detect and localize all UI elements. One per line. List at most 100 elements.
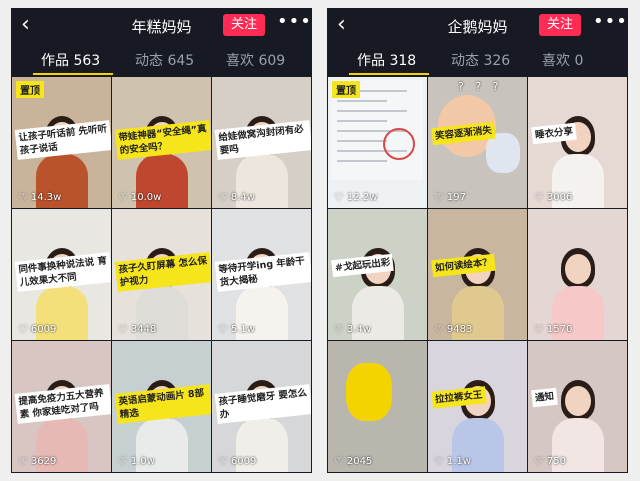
video-thumbnail[interactable]: ♡ 2045 xyxy=(328,341,427,472)
like-count-value: 3629 xyxy=(30,456,57,467)
like-count-value: 5.1w xyxy=(230,324,255,335)
like-count-value: 14.3w xyxy=(30,192,62,203)
tab-likes[interactable]: 喜欢 609 xyxy=(226,50,285,70)
active-tab-underline xyxy=(349,73,429,75)
like-count: ♡ 3448 xyxy=(118,324,156,335)
video-thumbnail[interactable]: 同件事换种说法说 育儿效果大不同 ♡ 6009 xyxy=(12,209,111,340)
like-count-value: 3.4w xyxy=(346,324,371,335)
video-thumbnail[interactable]: 等待开学ing 年龄干货大揭秘 ♡ 5.1w xyxy=(212,209,311,340)
tab-updates[interactable]: 动态 645 xyxy=(135,50,194,70)
video-caption: 提高免疫力五大营养素 你家娃吃对了吗 xyxy=(14,384,111,424)
like-count: ♡ 3.4w xyxy=(334,324,371,335)
video-caption: 英语启蒙动画片 8部精选 xyxy=(114,384,211,424)
like-count-value: 750 xyxy=(546,456,566,467)
heart-outline-icon: ♡ xyxy=(218,323,228,336)
video-caption: 同件事换种说法说 育儿效果大不同 xyxy=(14,252,111,292)
heart-outline-icon: ♡ xyxy=(218,191,228,204)
like-count: ♡ 12.2w xyxy=(334,192,377,203)
tab-updates[interactable]: 动态 326 xyxy=(451,50,510,70)
like-count: ♡ 750 xyxy=(534,456,566,467)
video-thumbnail[interactable]: 睡衣分享 ♡ 3006 xyxy=(528,77,627,208)
heart-outline-icon: ♡ xyxy=(118,455,128,468)
video-thumbnail[interactable]: 通知 ♡ 750 xyxy=(528,341,627,472)
heart-outline-icon: ♡ xyxy=(18,191,28,204)
video-thumbnail[interactable]: 拉拉裤女王 ♡ 1.1w xyxy=(428,341,527,472)
video-thumbnail[interactable]: 置顶 ♡ 12.2w xyxy=(328,77,427,208)
like-count-value: 3448 xyxy=(130,324,157,335)
like-count-value: 6009 xyxy=(230,456,257,467)
like-count-value: 2045 xyxy=(346,456,373,467)
video-thumbnail[interactable]: 孩子久盯屏幕 怎么保护视力 ♡ 3448 xyxy=(112,209,211,340)
profile-tabs: 作品 563 动态 645 喜欢 609 xyxy=(11,44,312,75)
profile-tabs: 作品 318 动态 326 喜欢 0 xyxy=(327,44,628,75)
overlay-text: ? ? ? xyxy=(458,80,503,93)
heart-outline-icon: ♡ xyxy=(18,323,28,336)
heart-outline-icon: ♡ xyxy=(334,455,344,468)
right-phone-screen: ‹ 企鹅妈妈 关注 ••• 作品 318 动态 326 喜欢 0 置顶 ♡ 12.2w? ? ? 笑… xyxy=(327,8,628,473)
like-count: ♡ 9483 xyxy=(434,324,472,335)
like-count-value: 10.0w xyxy=(130,192,162,203)
heart-outline-icon: ♡ xyxy=(534,455,544,468)
heart-outline-icon: ♡ xyxy=(334,191,344,204)
like-count-value: 197 xyxy=(446,192,466,203)
video-grid: 置顶 ♡ 12.2w? ? ? 笑容逐渐消失 ♡ 197 睡衣分享 ♡ 3006 #戈起玩出彩 ♡ 3… xyxy=(328,77,627,473)
video-caption: 孩子睡觉磨牙 要怎么办 xyxy=(214,384,311,424)
pinned-badge: 置顶 xyxy=(16,81,44,98)
tab-works[interactable]: 作品 318 xyxy=(357,50,416,70)
tab-likes[interactable]: 喜欢 0 xyxy=(542,50,583,70)
like-count: ♡ 14.3w xyxy=(18,192,61,203)
video-thumbnail[interactable]: 孩子睡觉磨牙 要怎么办 ♡ 6009 xyxy=(212,341,311,472)
heart-outline-icon: ♡ xyxy=(118,191,128,204)
like-count: ♡ 6009 xyxy=(18,324,56,335)
heart-outline-icon: ♡ xyxy=(118,323,128,336)
follow-button[interactable]: 关注 xyxy=(223,14,265,36)
heart-outline-icon: ♡ xyxy=(434,323,444,336)
video-thumbnail[interactable]: ♡ 1570 xyxy=(528,209,627,340)
video-thumbnail[interactable]: 英语启蒙动画片 8部精选 ♡ 1.0w xyxy=(112,341,211,472)
presenter-face xyxy=(564,386,591,416)
video-thumbnail[interactable]: 带娃神器“安全绳”真的安全吗？ ♡ 10.0w xyxy=(112,77,211,208)
video-caption: 让孩子听话前 先听听孩子说话 xyxy=(14,120,111,160)
like-count: ♡ 5.1w xyxy=(218,324,255,335)
document-line xyxy=(337,100,387,102)
video-thumbnail[interactable]: 提高免疫力五大营养素 你家娃吃对了吗 ♡ 3629 xyxy=(12,341,111,472)
follow-button[interactable]: 关注 xyxy=(539,14,581,36)
video-grid: 让孩子听话前 先听听孩子说话 置顶 ♡ 14.3w 带娃神器“安全绳”真的安全吗？ ♡ 10… xyxy=(12,77,311,473)
heart-outline-icon: ♡ xyxy=(534,191,544,204)
heart-outline-icon: ♡ xyxy=(434,191,444,204)
profile-title: 年糕妈妈 xyxy=(131,18,192,36)
like-count-value: 1.1w xyxy=(446,456,471,467)
more-options-icon[interactable]: ••• xyxy=(277,11,312,32)
like-count: ♡ 1.1w xyxy=(434,456,471,467)
video-thumbnail[interactable]: #戈起玩出彩 ♡ 3.4w xyxy=(328,209,427,340)
profile-top-bar: ‹ 年糕妈妈 关注 ••• xyxy=(11,8,312,42)
like-count-value: 8.4w xyxy=(230,192,255,203)
like-count: ♡ 3006 xyxy=(534,192,572,203)
like-count-value: 1570 xyxy=(546,324,573,335)
video-caption: 孩子久盯屏幕 怎么保护视力 xyxy=(114,252,211,292)
pinned-badge: 置顶 xyxy=(332,81,360,98)
video-caption: 等待开学ing 年龄干货大揭秘 xyxy=(214,252,311,292)
like-count: ♡ 6009 xyxy=(218,456,256,467)
like-count-value: 6009 xyxy=(30,324,57,335)
active-tab-underline xyxy=(33,73,113,75)
more-options-icon[interactable]: ••• xyxy=(593,11,628,32)
video-thumbnail[interactable]: ? ? ? 笑容逐渐消失 ♡ 197 xyxy=(428,77,527,208)
video-thumbnail[interactable]: 给娃做窝沟封闭有必要吗 ♡ 8.4w xyxy=(212,77,311,208)
red-seal-stamp xyxy=(383,128,415,160)
video-thumbnail[interactable]: 如何读绘本？ ♡ 9483 xyxy=(428,209,527,340)
like-count: ♡ 10.0w xyxy=(118,192,161,203)
like-count: ♡ 3629 xyxy=(18,456,56,467)
yellow-toy xyxy=(346,363,392,421)
video-caption: 给娃做窝沟封闭有必要吗 xyxy=(214,120,311,160)
video-caption: 带娃神器“安全绳”真的安全吗？ xyxy=(114,120,211,160)
tab-works[interactable]: 作品 563 xyxy=(41,50,100,70)
like-count: ♡ 1570 xyxy=(534,324,572,335)
like-count-value: 12.2w xyxy=(346,192,378,203)
like-count-value: 1.0w xyxy=(130,456,155,467)
like-count: ♡ 8.4w xyxy=(218,192,255,203)
video-caption: 通知 xyxy=(531,387,558,408)
document-line xyxy=(337,120,387,122)
like-count: ♡ 2045 xyxy=(334,456,372,467)
video-thumbnail[interactable]: 让孩子听话前 先听听孩子说话 置顶 ♡ 14.3w xyxy=(12,77,111,208)
